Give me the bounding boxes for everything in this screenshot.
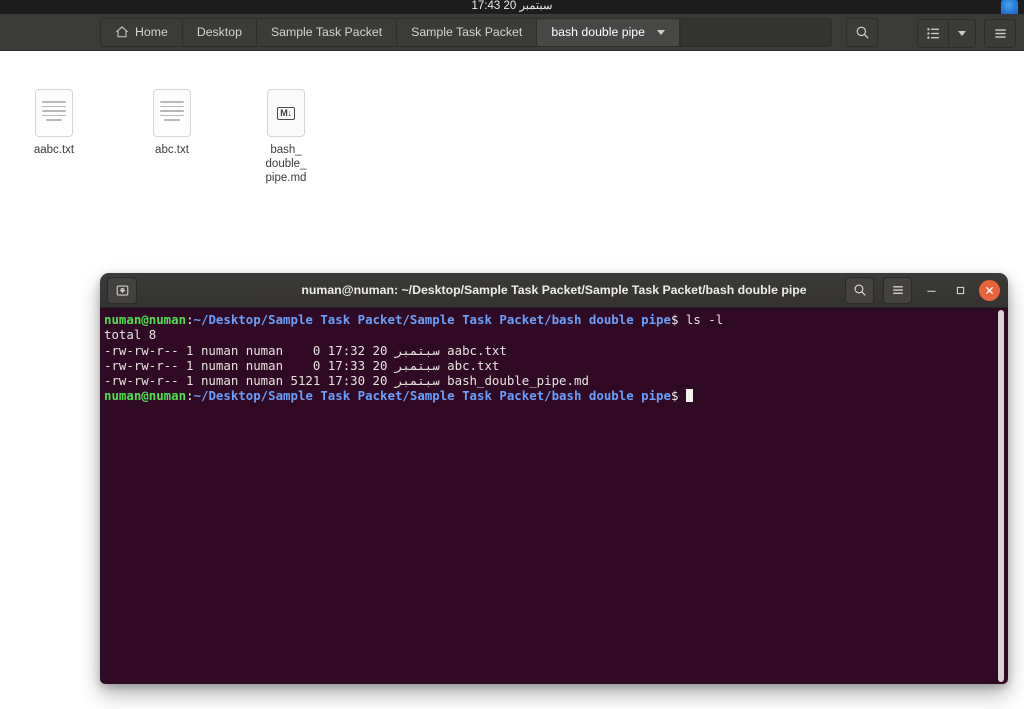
- file-manager-content-area[interactable]: aabc.txt abc.txt M↓ bash_ double_ pipe.m…: [0, 51, 1024, 709]
- hamburger-menu-icon: [892, 286, 903, 294]
- view-options-dropdown-button[interactable]: [949, 20, 975, 47]
- output-line: total 8: [104, 327, 157, 343]
- prompt-user: numan@numan: [104, 388, 187, 404]
- breadcrumb-empty-space: [680, 18, 831, 46]
- new-tab-icon: [116, 284, 128, 296]
- text-file-icon: [34, 89, 74, 137]
- prompt-colon: :: [186, 388, 194, 404]
- breadcrumb-label: Desktop: [196, 25, 242, 39]
- network-indicator-icon[interactable]: [1001, 0, 1018, 14]
- terminal-title-bar[interactable]: numan@numan: ~/Desktop/Sample Task Packe…: [100, 273, 1008, 308]
- terminal-scrollbar[interactable]: [997, 310, 1005, 682]
- minimize-icon: [926, 290, 936, 292]
- clock[interactable]: 17:43 20 سبتمبر: [0, 0, 1024, 12]
- markdown-file-icon: M↓: [266, 89, 306, 137]
- file-manager-toolbar-right: [917, 19, 1016, 48]
- new-tab-button[interactable]: [107, 276, 137, 304]
- search-icon: [856, 26, 868, 38]
- list-item[interactable]: abc.txt: [126, 89, 218, 157]
- prompt-colon: :: [186, 312, 194, 327]
- terminal-command: ls -l: [678, 312, 724, 327]
- breadcrumb-item-sample-task-packet-1[interactable]: Sample Task Packet: [256, 18, 398, 46]
- maximize-icon: [956, 286, 964, 294]
- gnome-top-bar: 17:43 20 سبتمبر: [0, 0, 1024, 14]
- breadcrumb-item-sample-task-packet-2[interactable]: Sample Task Packet: [397, 18, 538, 46]
- terminal-scrollbar-thumb[interactable]: [998, 310, 1004, 682]
- file-manager-search-button[interactable]: [846, 17, 878, 47]
- view-mode-group: [917, 19, 976, 48]
- output-line: -rw-rw-r-- 1 numan numan 5121 17:30 20 س…: [104, 373, 589, 389]
- file-name-label: bash_ double_ pipe.md: [265, 144, 307, 184]
- file-manager-window: Home Desktop Sample Task Packet Sample T…: [0, 14, 1024, 709]
- close-button[interactable]: [979, 279, 1000, 301]
- breadcrumb-label: Sample Task Packet: [270, 25, 383, 39]
- system-tray[interactable]: [1001, 0, 1018, 14]
- close-icon: [986, 286, 993, 294]
- file-name-label: abc.txt: [155, 144, 189, 156]
- file-manager-menu-button[interactable]: [984, 19, 1016, 48]
- breadcrumb: Home Desktop Sample Task Packet Sample T…: [100, 17, 832, 47]
- list-item[interactable]: aabc.txt: [8, 89, 100, 157]
- list-item[interactable]: M↓ bash_ double_ pipe.md: [240, 89, 332, 185]
- breadcrumb-item-desktop[interactable]: Desktop: [182, 18, 257, 46]
- list-view-icon: [926, 28, 939, 39]
- output-line: -rw-rw-r-- 1 numan numan 0 17:32 20 سبتم…: [104, 342, 507, 358]
- terminal-window[interactable]: numan@numan: ~/Desktop/Sample Task Packe…: [100, 273, 1008, 684]
- search-icon: [854, 284, 866, 296]
- chevron-down-icon: [958, 31, 966, 36]
- breadcrumb-label: bash double pipe: [551, 25, 645, 39]
- breadcrumb-item-bash-double-pipe[interactable]: bash double pipe: [537, 18, 680, 46]
- breadcrumb-label: Home: [135, 25, 168, 39]
- terminal-search-button[interactable]: [845, 276, 874, 304]
- list-view-button[interactable]: [918, 20, 949, 47]
- terminal-cursor: [685, 389, 693, 403]
- output-line: -rw-rw-r-- 1 numan numan 0 17:33 20 سبتم…: [104, 357, 500, 373]
- text-file-icon: [152, 89, 192, 137]
- prompt-dollar: $: [670, 388, 679, 404]
- maximize-button[interactable]: [950, 280, 970, 300]
- prompt-path: ~/Desktop/Sample Task Packet/Sample Task…: [193, 312, 671, 327]
- chevron-down-icon: [657, 29, 665, 35]
- file-name-label: aabc.txt: [33, 144, 75, 156]
- prompt-path: ~/Desktop/Sample Task Packet/Sample Task…: [193, 388, 671, 404]
- markdown-badge-label: M↓: [277, 106, 295, 120]
- terminal-menu-button[interactable]: [883, 276, 912, 304]
- home-icon: [115, 25, 129, 39]
- minimize-button[interactable]: [921, 280, 941, 300]
- breadcrumb-item-home[interactable]: Home: [101, 18, 183, 46]
- breadcrumb-label: Sample Task Packet: [411, 25, 523, 39]
- hamburger-menu-icon: [994, 29, 1006, 38]
- file-manager-header-bar: Home Desktop Sample Task Packet Sample T…: [0, 14, 1024, 51]
- terminal-window-controls: [845, 276, 1000, 304]
- terminal-body[interactable]: numan@numan:~/Desktop/Sample Task Packet…: [100, 308, 1008, 684]
- prompt-user: numan@numan: [104, 312, 187, 327]
- terminal-output: numan@numan:~/Desktop/Sample Task Packet…: [104, 312, 990, 404]
